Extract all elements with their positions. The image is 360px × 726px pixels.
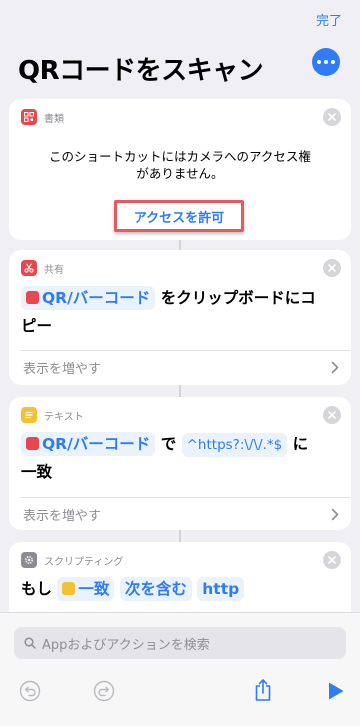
dot-icon [317,60,321,64]
top-bar: 完了 [0,0,360,40]
undo-icon [19,680,41,702]
chevron-right-icon [331,361,339,373]
page-title: QRコードをスキャン [18,56,264,86]
action-card-documents[interactable]: 書類 このショートカットにはカメラへのアクセス権 がありません。 アクセスを許可 [9,99,351,240]
card-header: テキスト [21,407,84,423]
action-text: もし [21,580,53,598]
share-icon [255,679,271,701]
redo-icon [93,680,115,702]
pattern-token[interactable]: ^https?:\/\/.*$ [181,433,288,457]
allow-access-highlight: アクセスを許可 [114,200,244,232]
variable-token[interactable]: 一致 [57,577,115,601]
action-card-share[interactable]: 共有 QR/バーコード をクリップボードにコ ピー 表示を増やす [9,250,351,385]
variable-token[interactable]: QR/バーコード [21,286,156,310]
condition-token[interactable]: 次を含む [119,577,192,601]
allow-access-button[interactable]: アクセスを許可 [134,207,224,226]
qr-code-icon [26,437,39,450]
scissors-icon [21,260,37,276]
dot-icon [331,60,335,64]
action-body: QR/バーコード をクリップボードにコ ピー [21,284,337,340]
bottom-panel: Appおよびアクションを検索 [0,612,360,726]
card-header: 共有 [21,260,64,276]
action-text: に [292,435,309,453]
close-icon[interactable] [323,259,341,277]
value-token[interactable]: http [197,577,245,601]
run-button[interactable] [324,679,348,703]
flow-connector [179,385,181,397]
text-icon [62,582,76,595]
action-text: ピー [21,317,53,335]
card-category-label: 共有 [44,264,64,276]
show-more-row[interactable]: 表示を増やす [23,498,339,530]
permission-message-line: がありません。 [136,166,224,181]
show-more-label: 表示を増やす [23,508,102,524]
token-label: QR/バーコード [42,289,151,307]
text-icon [21,407,37,423]
action-text: 一致 [21,463,53,481]
gear-icon [21,552,37,568]
card-category-label: スクリプティング [44,556,124,568]
more-options-button[interactable] [312,48,340,76]
close-icon[interactable] [323,551,341,569]
variable-token[interactable]: QR/バーコード [21,432,156,456]
chevron-right-icon [331,508,339,520]
action-text: をクリップボードにコ [160,289,316,307]
close-icon[interactable] [323,406,341,424]
permission-message-line: このショートカットにはカメラへのアクセス権 [49,149,311,164]
done-button[interactable]: 完了 [316,10,342,29]
token-label: 一致 [78,580,110,598]
show-more-row[interactable]: 表示を増やす [23,351,339,383]
undo-button[interactable] [18,679,42,703]
flow-connector [179,530,181,542]
play-icon [329,682,344,700]
search-icon [24,637,36,649]
token-label: QR/バーコード [42,435,151,453]
close-icon[interactable] [323,108,341,126]
search-field[interactable]: Appおよびアクションを検索 [14,627,346,659]
qr-code-icon [26,291,39,304]
action-text: で [160,435,177,453]
card-category-label: テキスト [44,411,84,423]
card-header: スクリプティング [21,552,123,568]
search-placeholder: Appおよびアクションを検索 [42,637,210,653]
dot-icon [324,60,328,64]
card-header: 書類 [21,109,64,125]
redo-button[interactable] [92,679,116,703]
action-body: もし 一致 次を含む http [21,575,337,603]
action-body: QR/バーコード で ^https?:\/\/.*$ に 一致 [21,430,341,486]
show-more-label: 表示を増やす [23,361,102,377]
permission-message: このショートカットにはカメラへのアクセス権 がありません。 [9,148,351,182]
action-card-scripting[interactable]: スクリプティング もし 一致 次を含む http [9,542,351,622]
qr-code-icon [21,109,37,125]
action-card-text[interactable]: テキスト QR/バーコード で ^https?:\/\/.*$ に 一致 表示を… [9,397,351,530]
share-button[interactable] [251,677,275,703]
card-category-label: 書類 [44,113,64,125]
flow-connector [179,240,181,250]
